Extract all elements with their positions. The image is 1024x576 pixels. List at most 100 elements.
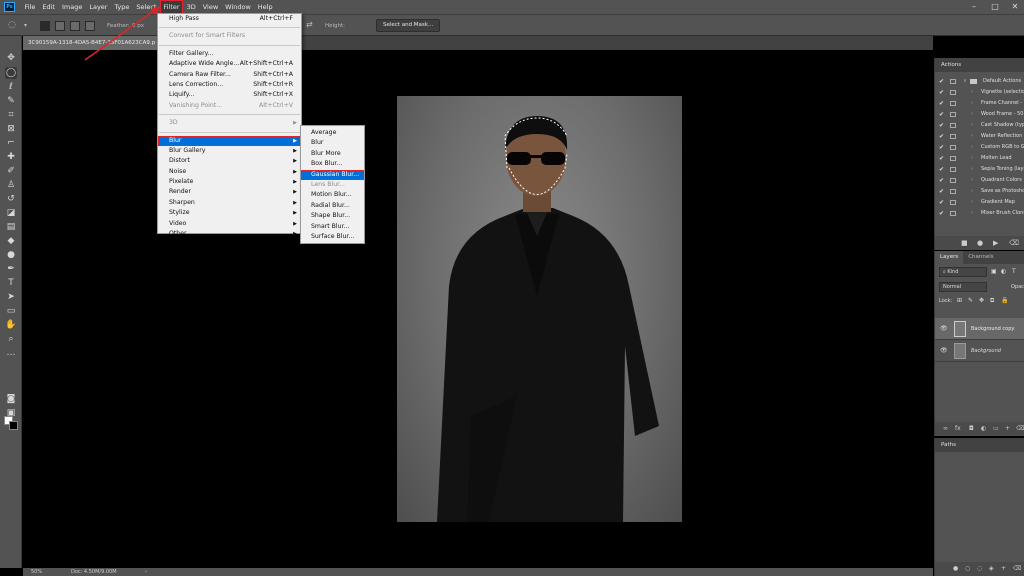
filter-menu-item-filter-gallery[interactable]: Filter Gallery... — [158, 49, 301, 59]
chevron-right-icon[interactable]: › — [971, 98, 973, 109]
chevron-right-icon[interactable]: › — [971, 186, 973, 197]
dialog-toggle-icon[interactable] — [950, 134, 956, 139]
layer-row-background-copy[interactable]: 👁 Background copy — [935, 318, 1024, 340]
chevron-right-icon[interactable]: › — [971, 87, 973, 98]
background-color-swatch[interactable] — [9, 421, 18, 430]
ellipse-marquee-icon[interactable]: ◌ — [8, 19, 16, 31]
lasso-icon[interactable]: ℓ — [5, 81, 17, 93]
record-icon[interactable]: ● — [977, 236, 983, 250]
action-item[interactable]: ✔ › Frame Channel - 50 pixel — [935, 98, 1024, 109]
filter-menu-item-vanishing-point[interactable]: Vanishing Point... Alt+Ctrl+V — [158, 101, 301, 111]
hand-icon[interactable]: ✋ — [5, 319, 17, 331]
filter-menu-item-pixelate[interactable]: Pixelate ▶ — [158, 177, 301, 187]
type-filter-icon[interactable]: T — [1012, 264, 1016, 280]
blur-menu-item-lens-blur[interactable]: Lens Blur... — [301, 180, 364, 190]
blend-mode-select[interactable]: Normal — [939, 282, 987, 292]
gradient-icon[interactable]: ▤ — [5, 221, 17, 233]
blur-menu-item-smart-blur[interactable]: Smart Blur... — [301, 222, 364, 232]
fill-path-icon[interactable]: ● — [953, 562, 958, 576]
layer-name[interactable]: Background — [971, 340, 1001, 362]
close-icon[interactable]: ✕ — [1008, 0, 1022, 14]
action-item[interactable]: ✔ › Custom RGB to Grayscale — [935, 142, 1024, 153]
swap-icon[interactable]: ⇄ — [306, 19, 313, 31]
lock-brush-icon[interactable]: ✎ — [968, 294, 973, 308]
trash-icon[interactable]: ⌫ — [1013, 562, 1021, 576]
chevron-right-icon[interactable]: › — [971, 120, 973, 131]
group-icon[interactable]: ▭ — [993, 422, 999, 436]
filter-menu-item-stylize[interactable]: Stylize ▶ — [158, 208, 301, 218]
filter-menu-item-adaptive-wide-angle[interactable]: Adaptive Wide Angle... Alt+Shift+Ctrl+A — [158, 59, 301, 69]
new-selection-icon[interactable] — [40, 21, 50, 31]
checkmark-icon[interactable]: ✔ — [939, 98, 945, 109]
adjustment-layer-icon[interactable]: ◐ — [981, 422, 986, 436]
eraser-icon[interactable]: ◪ — [5, 207, 17, 219]
action-item[interactable]: ✔ › Quadrant Colors — [935, 175, 1024, 186]
blur-menu-item-gaussian-blur[interactable]: Gaussian Blur... — [301, 169, 364, 180]
chevron-right-icon[interactable]: › — [971, 142, 973, 153]
crop-icon[interactable]: ⌗ — [5, 109, 17, 121]
dialog-toggle-icon[interactable] — [950, 167, 956, 172]
blur-menu-item-blur[interactable]: Blur — [301, 138, 364, 148]
paths-panel-title[interactable]: Paths — [935, 438, 1024, 452]
dodge-icon[interactable]: ● — [5, 249, 17, 261]
trash-icon[interactable]: ⌫ — [1016, 422, 1024, 436]
menu-file[interactable]: File — [21, 0, 39, 14]
pen-icon[interactable]: ✒ — [5, 263, 17, 275]
dialog-toggle-icon[interactable] — [950, 156, 956, 161]
chevron-right-icon[interactable]: › — [971, 153, 973, 164]
screen-mode-icon[interactable]: ▣ — [5, 407, 17, 419]
dialog-toggle-icon[interactable] — [950, 189, 956, 194]
checkmark-icon[interactable]: ✔ — [939, 76, 945, 87]
stop-icon[interactable]: ■ — [961, 236, 968, 250]
chevron-down-icon[interactable]: ∨ — [963, 76, 967, 87]
mask-icon[interactable]: ◘ — [969, 422, 974, 436]
actions-panel-title[interactable]: Actions — [935, 58, 1024, 72]
action-item[interactable]: ✔ › Gradient Map — [935, 197, 1024, 208]
maximize-icon[interactable]: □ — [988, 0, 1002, 14]
dialog-toggle-icon[interactable] — [950, 211, 956, 216]
checkmark-icon[interactable]: ✔ — [939, 131, 945, 142]
blur-menu-item-box-blur[interactable]: Box Blur... — [301, 159, 364, 169]
chevron-right-icon[interactable]: › — [971, 208, 973, 219]
play-icon[interactable]: ▶ — [993, 236, 998, 250]
action-item[interactable]: ✔ › Wood Frame - 50 pixel — [935, 109, 1024, 120]
checkmark-icon[interactable]: ✔ — [939, 197, 945, 208]
menu-window[interactable]: Window — [222, 0, 255, 14]
clone-stamp-icon[interactable]: ♙ — [5, 179, 17, 191]
dialog-toggle-icon[interactable] — [950, 200, 956, 205]
chevron-right-icon[interactable]: › — [971, 109, 973, 120]
blur-menu-item-average[interactable]: Average — [301, 128, 364, 138]
chevron-down-icon[interactable]: ▾ — [24, 20, 27, 32]
blur-menu-item-shape-blur[interactable]: Shape Blur... — [301, 211, 364, 221]
checkmark-icon[interactable]: ✔ — [939, 208, 945, 219]
action-item[interactable]: ✔ › Mixer Brush Cloning Paint Setup — [935, 208, 1024, 219]
layer-filter-select[interactable]: ⌕ Kind — [939, 267, 987, 277]
dialog-toggle-icon[interactable] — [950, 123, 956, 128]
menu-help[interactable]: Help — [254, 0, 276, 14]
history-brush-icon[interactable]: ↺ — [5, 193, 17, 205]
minimize-icon[interactable]: – — [967, 0, 981, 14]
action-item[interactable]: ✔ › Save as Photoshop PDF — [935, 186, 1024, 197]
dialog-toggle-icon[interactable] — [950, 79, 956, 84]
filter-menu-item-camera-raw-filter[interactable]: Camera Raw Filter... Shift+Ctrl+A — [158, 70, 301, 80]
menu-edit[interactable]: Edit — [39, 0, 59, 14]
filter-menu-item-blur[interactable]: Blur ▶ — [158, 135, 301, 146]
action-item[interactable]: ✔ › Vignette (selection) — [935, 87, 1024, 98]
new-layer-icon[interactable]: + — [1005, 422, 1010, 436]
brush-icon[interactable]: ✐ — [5, 165, 17, 177]
filter-menu-item-lens-correction[interactable]: Lens Correction... Shift+Ctrl+R — [158, 80, 301, 90]
filter-menu-item-video[interactable]: Video ▶ — [158, 219, 301, 229]
path-selection-icon[interactable]: ➤ — [5, 291, 17, 303]
eye-icon[interactable]: 👁 — [940, 318, 948, 340]
blur-menu-item-radial-blur[interactable]: Radial Blur... — [301, 201, 364, 211]
filter-menu-item-convert-for-smart-filters[interactable]: Convert for Smart Filters — [158, 31, 301, 41]
dialog-toggle-icon[interactable] — [950, 145, 956, 150]
more-tools-icon[interactable]: … — [5, 347, 17, 359]
filter-menu-item-liquify[interactable]: Liquify... Shift+Ctrl+X — [158, 90, 301, 100]
move-tool-icon[interactable]: ✥ — [5, 52, 17, 64]
checkmark-icon[interactable]: ✔ — [939, 175, 945, 186]
tab-layers[interactable]: Layers — [935, 251, 964, 264]
layer-row-background[interactable]: 👁 Background — [935, 340, 1024, 362]
chevron-right-icon[interactable]: › — [971, 131, 973, 142]
filter-menu-item-other[interactable]: Other ▶ — [158, 229, 301, 239]
